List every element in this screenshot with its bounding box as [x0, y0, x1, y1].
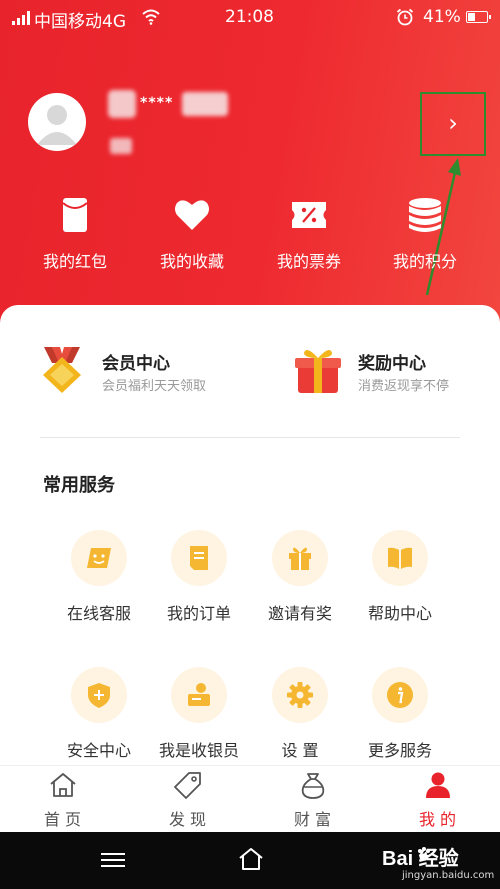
tab-discover[interactable]: 发 现	[125, 766, 250, 833]
system-nav-bar: Bai 经验 jingyan.baidu.com	[0, 832, 500, 889]
service-label: 我的订单	[166, 604, 231, 623]
tab-mine[interactable]: 我 的	[375, 766, 500, 833]
tab-label: 首 页	[43, 810, 82, 829]
content-card: 会员中心 会员福利天天领取 奖励中心 消费返现享不停 常用服务 在线客服 我的订…	[0, 305, 500, 765]
service-online-support[interactable]: 在线客服	[49, 530, 149, 640]
divider	[40, 437, 460, 438]
bottom-tab-bar: 首 页 发 现 财 富 我 的	[0, 765, 500, 832]
service-label: 安全中心	[66, 741, 131, 760]
quick-action-coupons[interactable]: 我的票券	[254, 190, 364, 280]
money-bag-icon	[301, 773, 325, 799]
redacted-account-info	[110, 138, 132, 154]
tab-label: 我 的	[418, 810, 457, 829]
battery-icon	[466, 11, 491, 23]
alarm-icon	[396, 8, 414, 26]
tab-wealth[interactable]: 财 富	[250, 766, 375, 833]
service-security-center[interactable]: 安全中心	[49, 667, 149, 777]
gift-box-icon	[295, 349, 341, 393]
gift-icon	[289, 547, 311, 570]
medal-icon	[43, 347, 81, 393]
cashier-icon	[188, 683, 210, 706]
service-label: 邀请有奖	[267, 604, 332, 623]
quick-action-points[interactable]: 我的积分	[370, 190, 480, 280]
chat-icon	[87, 548, 111, 568]
home-icon	[50, 773, 76, 797]
redacted-username-part	[182, 92, 228, 116]
service-invite-rewards[interactable]: 邀请有奖	[250, 530, 350, 640]
service-settings[interactable]: 设 置	[250, 667, 350, 777]
watermark-site: jingyan.baidu.com	[402, 870, 495, 881]
heart-icon	[175, 200, 209, 230]
tab-label: 财 富	[293, 810, 332, 829]
tab-home[interactable]: 首 页	[0, 766, 125, 833]
coins-stack-icon	[409, 198, 441, 232]
red-envelope-icon	[62, 198, 88, 232]
status-bar: 中国移动4G 21:08 41%	[0, 0, 500, 36]
service-label: 在线客服	[66, 604, 131, 623]
quick-action-label: 我的票券	[276, 252, 341, 271]
promo-subtitle: 会员福利天天领取	[102, 379, 207, 394]
service-label: 设 置	[281, 741, 319, 760]
service-label: 更多服务	[367, 741, 432, 760]
service-help-center[interactable]: 帮助中心	[350, 530, 450, 640]
battery-level: 41%	[423, 7, 461, 27]
baidu-jingyan-watermark: Bai 经验 jingyan.baidu.com	[382, 842, 495, 884]
username: ****	[140, 95, 174, 111]
book-icon	[388, 547, 412, 569]
paw-icon	[418, 847, 430, 861]
gear-icon	[287, 682, 313, 708]
carrier-label: 中国移动4G	[34, 12, 126, 32]
promo-reward-center[interactable]: 奖励中心 消费返现享不停	[292, 345, 492, 415]
service-label: 帮助中心	[367, 604, 432, 623]
promo-subtitle: 消费返现享不停	[358, 379, 450, 394]
profile-detail-button[interactable]: ›	[420, 92, 486, 156]
quick-action-label: 我的积分	[392, 252, 457, 271]
avatar[interactable]	[28, 93, 86, 151]
menu-icon[interactable]	[101, 852, 125, 868]
home-outline-icon[interactable]	[238, 846, 264, 872]
profile-header: 中国移动4G 21:08 41% **** › 我的红包 我的收藏 我的票券 我…	[0, 0, 500, 330]
shield-icon	[88, 683, 110, 708]
service-my-orders[interactable]: 我的订单	[149, 530, 249, 640]
wifi-icon	[142, 9, 160, 25]
quick-action-red-envelope[interactable]: 我的红包	[20, 190, 130, 280]
service-more[interactable]: 更多服务	[350, 667, 450, 777]
tag-icon	[174, 772, 201, 799]
services-section-title: 常用服务	[43, 475, 115, 496]
quick-action-label: 我的红包	[42, 252, 107, 271]
order-icon	[190, 546, 208, 570]
annotation-arrow	[425, 158, 461, 296]
person-icon	[426, 772, 450, 798]
promo-title: 奖励中心	[358, 354, 426, 374]
service-cashier[interactable]: 我是收银员	[149, 667, 249, 777]
quick-action-label: 我的收藏	[159, 252, 224, 271]
coupon-icon	[292, 202, 326, 228]
tab-label: 发 现	[168, 810, 207, 829]
clock-label: 21:08	[225, 7, 274, 27]
default-avatar-icon	[37, 105, 77, 145]
service-label: 我是收银员	[158, 741, 239, 760]
promo-member-center[interactable]: 会员中心 会员福利天天领取	[36, 345, 256, 415]
quick-action-favorites[interactable]: 我的收藏	[137, 190, 247, 280]
info-icon	[387, 682, 413, 708]
promo-title: 会员中心	[102, 354, 170, 374]
signal-icon	[12, 11, 30, 25]
redacted-username-part	[108, 90, 136, 118]
